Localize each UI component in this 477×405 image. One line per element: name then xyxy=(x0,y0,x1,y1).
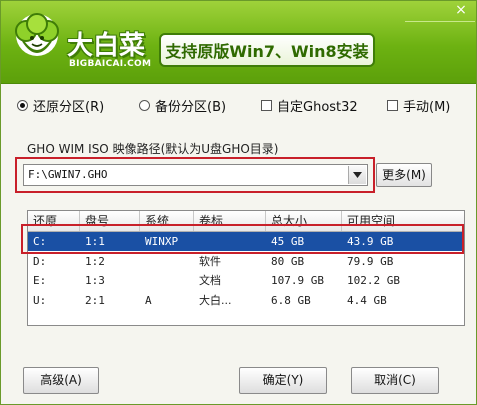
cell-volume xyxy=(194,232,199,251)
column-header-disk[interactable]: 盘号 xyxy=(80,211,140,231)
table-row[interactable]: E: 1:3 文档 107.9 GB 102.2 GB xyxy=(28,271,464,290)
dropdown-arrow-icon[interactable] xyxy=(348,166,366,184)
cell-system: WINXP xyxy=(145,235,179,248)
column-header-restore[interactable]: 还原 xyxy=(28,211,80,231)
more-button[interactable]: 更多(M) xyxy=(376,163,432,187)
cell-system xyxy=(140,271,145,290)
cell-total-size: 45 GB xyxy=(271,235,305,248)
brand-url: BIGBAICAI.COM xyxy=(69,59,152,69)
backup-partition-radio[interactable]: 备份分区(B) xyxy=(139,95,226,115)
cell-total-size: 107.9 GB xyxy=(271,274,324,287)
cell-free-space: 4.4 GB xyxy=(347,294,387,307)
cabbage-logo-icon xyxy=(15,13,59,56)
radio-empty-icon xyxy=(139,99,150,111)
table-row[interactable]: U: 2:1 A 大白... 6.8 GB 4.4 GB xyxy=(28,291,464,310)
cell-restore: E: xyxy=(33,274,47,287)
image-path-select[interactable]: F:\GWIN7.GHO xyxy=(23,164,368,186)
cell-disk: 2:1 xyxy=(85,294,105,307)
cell-volume: 大白... xyxy=(199,294,232,307)
cell-volume: 文档 xyxy=(199,274,221,287)
cell-disk: 1:1 xyxy=(85,235,105,248)
checkbox-empty-icon xyxy=(261,99,272,111)
custom-ghost32-label: 自定Ghost32 xyxy=(277,99,358,115)
cell-total-size: 80 GB xyxy=(271,255,305,268)
partition-table: 还原 盘号 系统 卷标 总大小 可用空间 C: 1:1 WINXP 45 GB … xyxy=(27,210,465,326)
column-header-volume[interactable]: 卷标 xyxy=(194,211,266,231)
column-header-system[interactable]: 系统 xyxy=(140,211,194,231)
header-divider xyxy=(405,21,475,22)
cell-disk: 1:3 xyxy=(85,274,105,287)
image-path-label: GHO WIM ISO 映像路径(默认为U盘GHO目录) xyxy=(27,142,279,156)
cell-system: A xyxy=(145,294,152,307)
header-bar: 大白菜 BIGBAICAI.COM 支持原版Win7、Win8安装 × xyxy=(1,1,476,84)
manual-checkbox[interactable]: 手动(M) xyxy=(387,95,450,115)
cell-free-space: 43.9 GB xyxy=(347,235,394,248)
cell-restore: C: xyxy=(33,235,47,248)
mode-row: 还原分区(R) 备份分区(B) 自定Ghost32 手动(M) xyxy=(17,95,467,115)
image-path-value: F:\GWIN7.GHO xyxy=(28,168,108,181)
cell-free-space: 102.2 GB xyxy=(347,274,400,287)
cell-restore: D: xyxy=(33,255,47,268)
table-row[interactable]: C: 1:1 WINXP 45 GB 43.9 GB xyxy=(28,232,464,251)
cell-total-size: 6.8 GB xyxy=(271,294,311,307)
close-button[interactable]: × xyxy=(447,1,475,19)
radio-selected-icon xyxy=(17,99,28,111)
cell-disk: 1:2 xyxy=(85,255,105,268)
manual-label: 手动(M) xyxy=(403,99,451,115)
installer-window: 大白菜 BIGBAICAI.COM 支持原版Win7、Win8安装 × 还原分区… xyxy=(0,0,477,405)
cell-volume: 软件 xyxy=(199,255,221,268)
cell-restore: U: xyxy=(33,294,47,307)
backup-partition-label: 备份分区(B) xyxy=(155,99,227,115)
brand-name: 大白菜 xyxy=(67,31,146,61)
cancel-button[interactable]: 取消(C) xyxy=(351,367,439,394)
cell-system xyxy=(140,252,145,271)
custom-ghost32-checkbox[interactable]: 自定Ghost32 xyxy=(261,95,358,115)
restore-partition-label: 还原分区(R) xyxy=(33,99,105,115)
table-header: 还原 盘号 系统 卷标 总大小 可用空间 xyxy=(28,211,464,232)
column-header-total-size[interactable]: 总大小 xyxy=(266,211,342,231)
table-row[interactable]: D: 1:2 软件 80 GB 79.9 GB xyxy=(28,252,464,271)
cell-free-space: 79.9 GB xyxy=(347,255,394,268)
advanced-button[interactable]: 高级(A) xyxy=(23,367,99,394)
banner-label: 支持原版Win7、Win8安装 xyxy=(159,33,375,67)
ok-button[interactable]: 确定(Y) xyxy=(239,367,327,394)
checkbox-empty-icon xyxy=(387,99,398,111)
column-header-free-space[interactable]: 可用空间 xyxy=(342,211,464,231)
restore-partition-radio[interactable]: 还原分区(R) xyxy=(17,95,104,115)
